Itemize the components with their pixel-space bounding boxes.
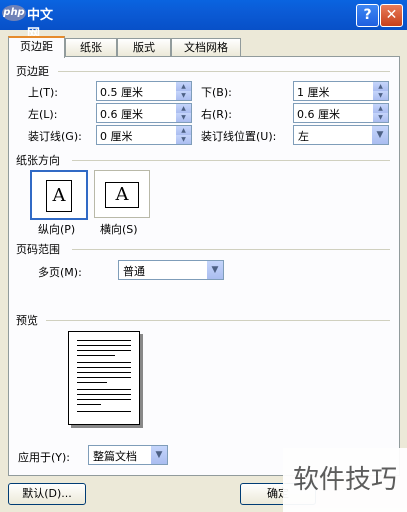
top-margin-spinner[interactable]: 0.5 厘米 ▲ ▼: [96, 81, 192, 101]
divider: [46, 320, 390, 321]
chevron-down-icon[interactable]: ▼: [151, 446, 167, 464]
multiple-pages-select[interactable]: 普通 ▼: [118, 260, 224, 280]
left-margin-spinner[interactable]: 0.6 厘米 ▲ ▼: [96, 103, 192, 123]
spin-down-icon[interactable]: ▼: [176, 113, 191, 122]
landscape-label: 横向(S): [100, 223, 138, 236]
logo-php-badge: php: [2, 5, 26, 21]
gutter-spinner[interactable]: 0 厘米 ▲ ▼: [96, 125, 192, 145]
help-button[interactable]: ?: [356, 4, 379, 27]
margins-heading: 页边距: [16, 65, 49, 78]
spin-up-icon[interactable]: ▲: [373, 82, 388, 91]
preview-heading: 预览: [16, 314, 38, 327]
tab-paper[interactable]: 纸张: [65, 38, 117, 56]
title-bar: php 中文网 ? ✕: [0, 0, 407, 42]
gutter-label: 装订线(G):: [28, 130, 82, 143]
page-preview: [68, 331, 140, 425]
close-button[interactable]: ✕: [380, 4, 403, 27]
spin-down-icon[interactable]: ▼: [176, 91, 191, 100]
default-button[interactable]: 默认(D)...: [8, 483, 86, 505]
pages-heading: 页码范围: [16, 243, 60, 256]
spin-down-icon[interactable]: ▼: [373, 91, 388, 100]
spin-up-icon[interactable]: ▲: [176, 126, 191, 135]
spin-down-icon[interactable]: ▼: [176, 135, 191, 144]
tab-layout[interactable]: 版式: [117, 38, 171, 56]
gutter-position-label: 装订线位置(U):: [201, 130, 277, 143]
landscape-option[interactable]: A: [94, 170, 150, 218]
bottom-margin-value: 1 厘米: [297, 86, 330, 99]
right-margin-spinner[interactable]: 0.6 厘米 ▲ ▼: [293, 103, 389, 123]
spin-up-icon[interactable]: ▲: [176, 104, 191, 113]
divider: [58, 71, 390, 72]
tab-margins[interactable]: 页边距: [8, 36, 65, 58]
right-margin-label: 右(R):: [201, 108, 232, 121]
apply-to-label: 应用于(Y):: [18, 451, 71, 464]
left-margin-value: 0.6 厘米: [100, 108, 143, 121]
spin-up-icon[interactable]: ▲: [373, 104, 388, 113]
gutter-position-select[interactable]: 左 ▼: [293, 125, 389, 145]
top-margin-value: 0.5 厘米: [100, 86, 143, 99]
multiple-pages-value: 普通: [123, 265, 145, 278]
multiple-pages-label: 多页(M):: [38, 266, 82, 279]
spin-down-icon[interactable]: ▼: [373, 113, 388, 122]
orientation-heading: 纸张方向: [16, 154, 60, 167]
portrait-label: 纵向(P): [38, 223, 76, 236]
landscape-page-icon: A: [105, 182, 139, 208]
divider: [72, 160, 390, 161]
top-margin-label: 上(T):: [28, 86, 59, 99]
left-margin-label: 左(L):: [28, 108, 58, 121]
bottom-margin-label: 下(B):: [201, 86, 232, 99]
site-logo: php 中文网: [2, 2, 64, 42]
apply-to-select[interactable]: 整篇文档 ▼: [88, 445, 168, 465]
divider: [72, 249, 390, 250]
watermark: 软件技巧: [283, 448, 407, 512]
portrait-option[interactable]: A: [30, 170, 88, 220]
chevron-down-icon[interactable]: ▼: [207, 261, 223, 279]
portrait-page-icon: A: [46, 180, 72, 212]
tab-doc-grid[interactable]: 文档网格: [171, 38, 241, 56]
bottom-margin-spinner[interactable]: 1 厘米 ▲ ▼: [293, 81, 389, 101]
gutter-position-value: 左: [298, 130, 309, 143]
chevron-down-icon[interactable]: ▼: [372, 126, 388, 144]
right-margin-value: 0.6 厘米: [297, 108, 340, 121]
spin-up-icon[interactable]: ▲: [176, 82, 191, 91]
gutter-value: 0 厘米: [100, 130, 133, 143]
apply-to-value: 整篇文档: [93, 450, 137, 463]
